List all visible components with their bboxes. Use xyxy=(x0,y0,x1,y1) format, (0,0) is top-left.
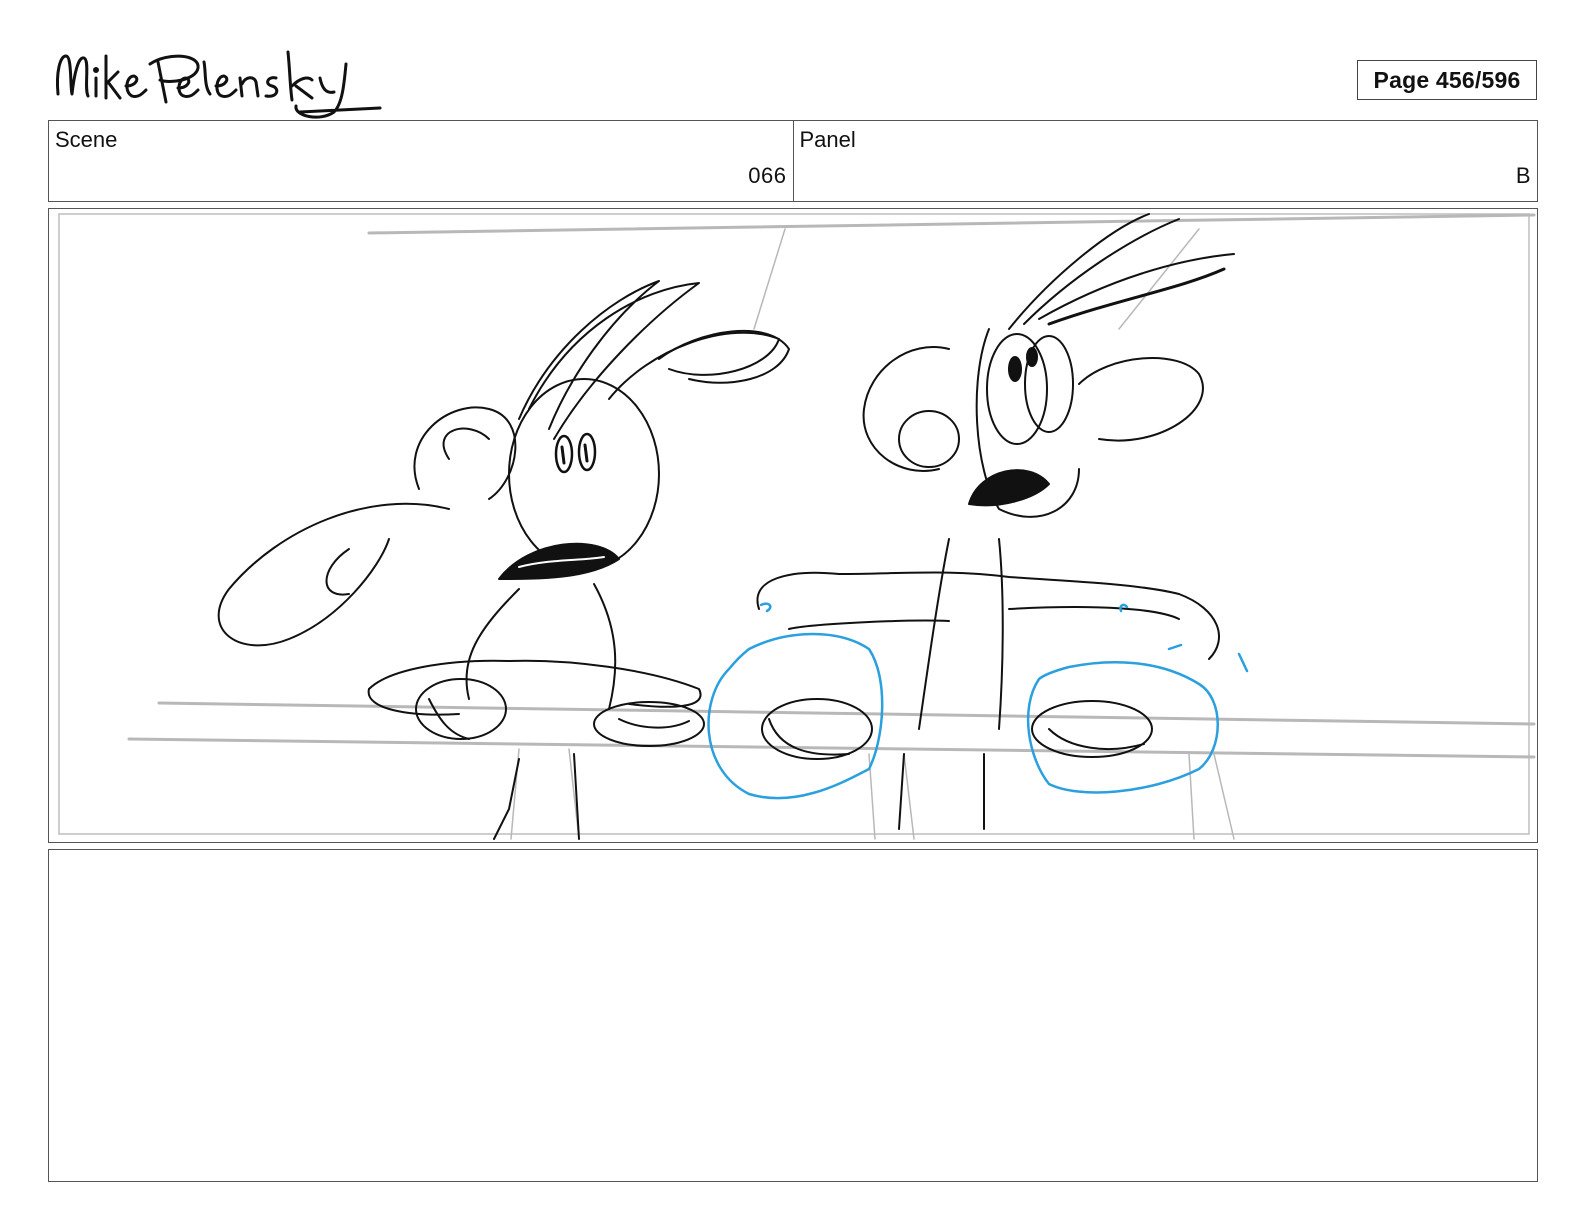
storyboard-sketch xyxy=(58,213,1536,840)
artist-signature-logo xyxy=(56,50,382,119)
page-number-label: Page 456/596 xyxy=(1357,60,1537,100)
panel-letter: B xyxy=(1515,163,1531,188)
scene-cell: Scene 066 xyxy=(49,121,793,201)
panel-cell: Panel B xyxy=(792,121,1538,201)
storyboard-frame xyxy=(48,208,1538,843)
scene-panel-header: Scene 066 Panel B xyxy=(48,120,1538,202)
right-character-sketch xyxy=(756,213,1235,830)
scene-number: 066 xyxy=(748,163,787,188)
left-character-sketch xyxy=(217,280,790,840)
scene-label: Scene xyxy=(55,127,118,152)
blue-hand-highlights xyxy=(707,602,1249,800)
panel-label: Panel xyxy=(799,127,856,152)
panel-notes-area xyxy=(48,849,1538,1182)
background-guides xyxy=(127,213,1536,840)
